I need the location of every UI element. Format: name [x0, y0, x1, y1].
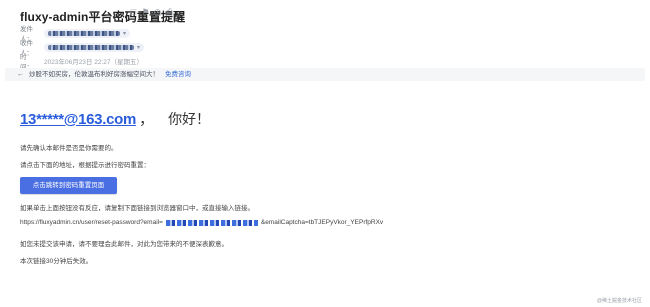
reset-password-button[interactable]: 点击跳转到密码重置页面	[20, 177, 117, 194]
ad-notice-bar: ← 炒股不如买房，伦敦温布利好房涨幅空间大！ 免费咨询	[5, 68, 645, 81]
back-arrow-icon[interactable]: ←	[17, 68, 24, 81]
print-icon[interactable]: ⎙	[165, 8, 174, 17]
time-value: 2023年06月23日 22:27（星期五）	[44, 59, 143, 66]
watermark: @稀土掘金技术社区	[596, 298, 642, 304]
greeting-comma: ，	[139, 111, 155, 128]
clock-icon[interactable]: ◷	[153, 8, 162, 17]
confirm-line: 请先确认本邮件是否是你需要的。	[20, 145, 118, 152]
sender-redacted	[48, 30, 120, 36]
greeting: 13*****@163.com ， 你好！	[20, 108, 210, 129]
recipient-redacted	[48, 44, 134, 50]
greeting-address[interactable]: 13*****@163.com	[20, 111, 136, 128]
email-header: fluxy-admin平台密码重置提醒 □ ⚑ ◷ ⎙ 发件人： ▾ 收件人： …	[0, 0, 650, 71]
notice-link[interactable]: 免费咨询	[165, 71, 191, 78]
reset-link-redacted	[165, 219, 258, 226]
reset-link-suffix: &emailCaptcha=tbTJEPyVkor_YEPrfpRXv	[260, 219, 384, 226]
bookmark-icon[interactable]: □	[129, 8, 138, 17]
expire-line: 本次链接30分钟后失效。	[20, 258, 93, 265]
sender-expand-icon[interactable]: ▾	[123, 30, 126, 37]
copy-line: 如果单击上面按钮没有反应，请复制下面链接到浏览器窗口中，或直接输入链接。	[20, 205, 254, 212]
reset-link[interactable]: https://fluxyadmin.cn/user/reset-passwor…	[20, 219, 383, 226]
recipient-expand-icon[interactable]: ▾	[137, 44, 140, 51]
greeting-hello: 你好！	[168, 111, 211, 127]
reset-link-prefix: https://fluxyadmin.cn/user/reset-passwor…	[20, 219, 163, 226]
flag-icon[interactable]: ⚑	[141, 8, 150, 17]
click-line: 请点击下面的地址，根据提示进行密码重置：	[20, 162, 150, 169]
subject-actions: □ ⚑ ◷ ⎙	[129, 8, 174, 17]
notice-message: 炒股不如买房，伦敦温布利好房涨幅空间大！ 免费咨询	[29, 71, 191, 78]
ignore-line: 如您未提交该申请，请不要理会此邮件，对此为您带来的不便深表歉意。	[20, 241, 228, 248]
